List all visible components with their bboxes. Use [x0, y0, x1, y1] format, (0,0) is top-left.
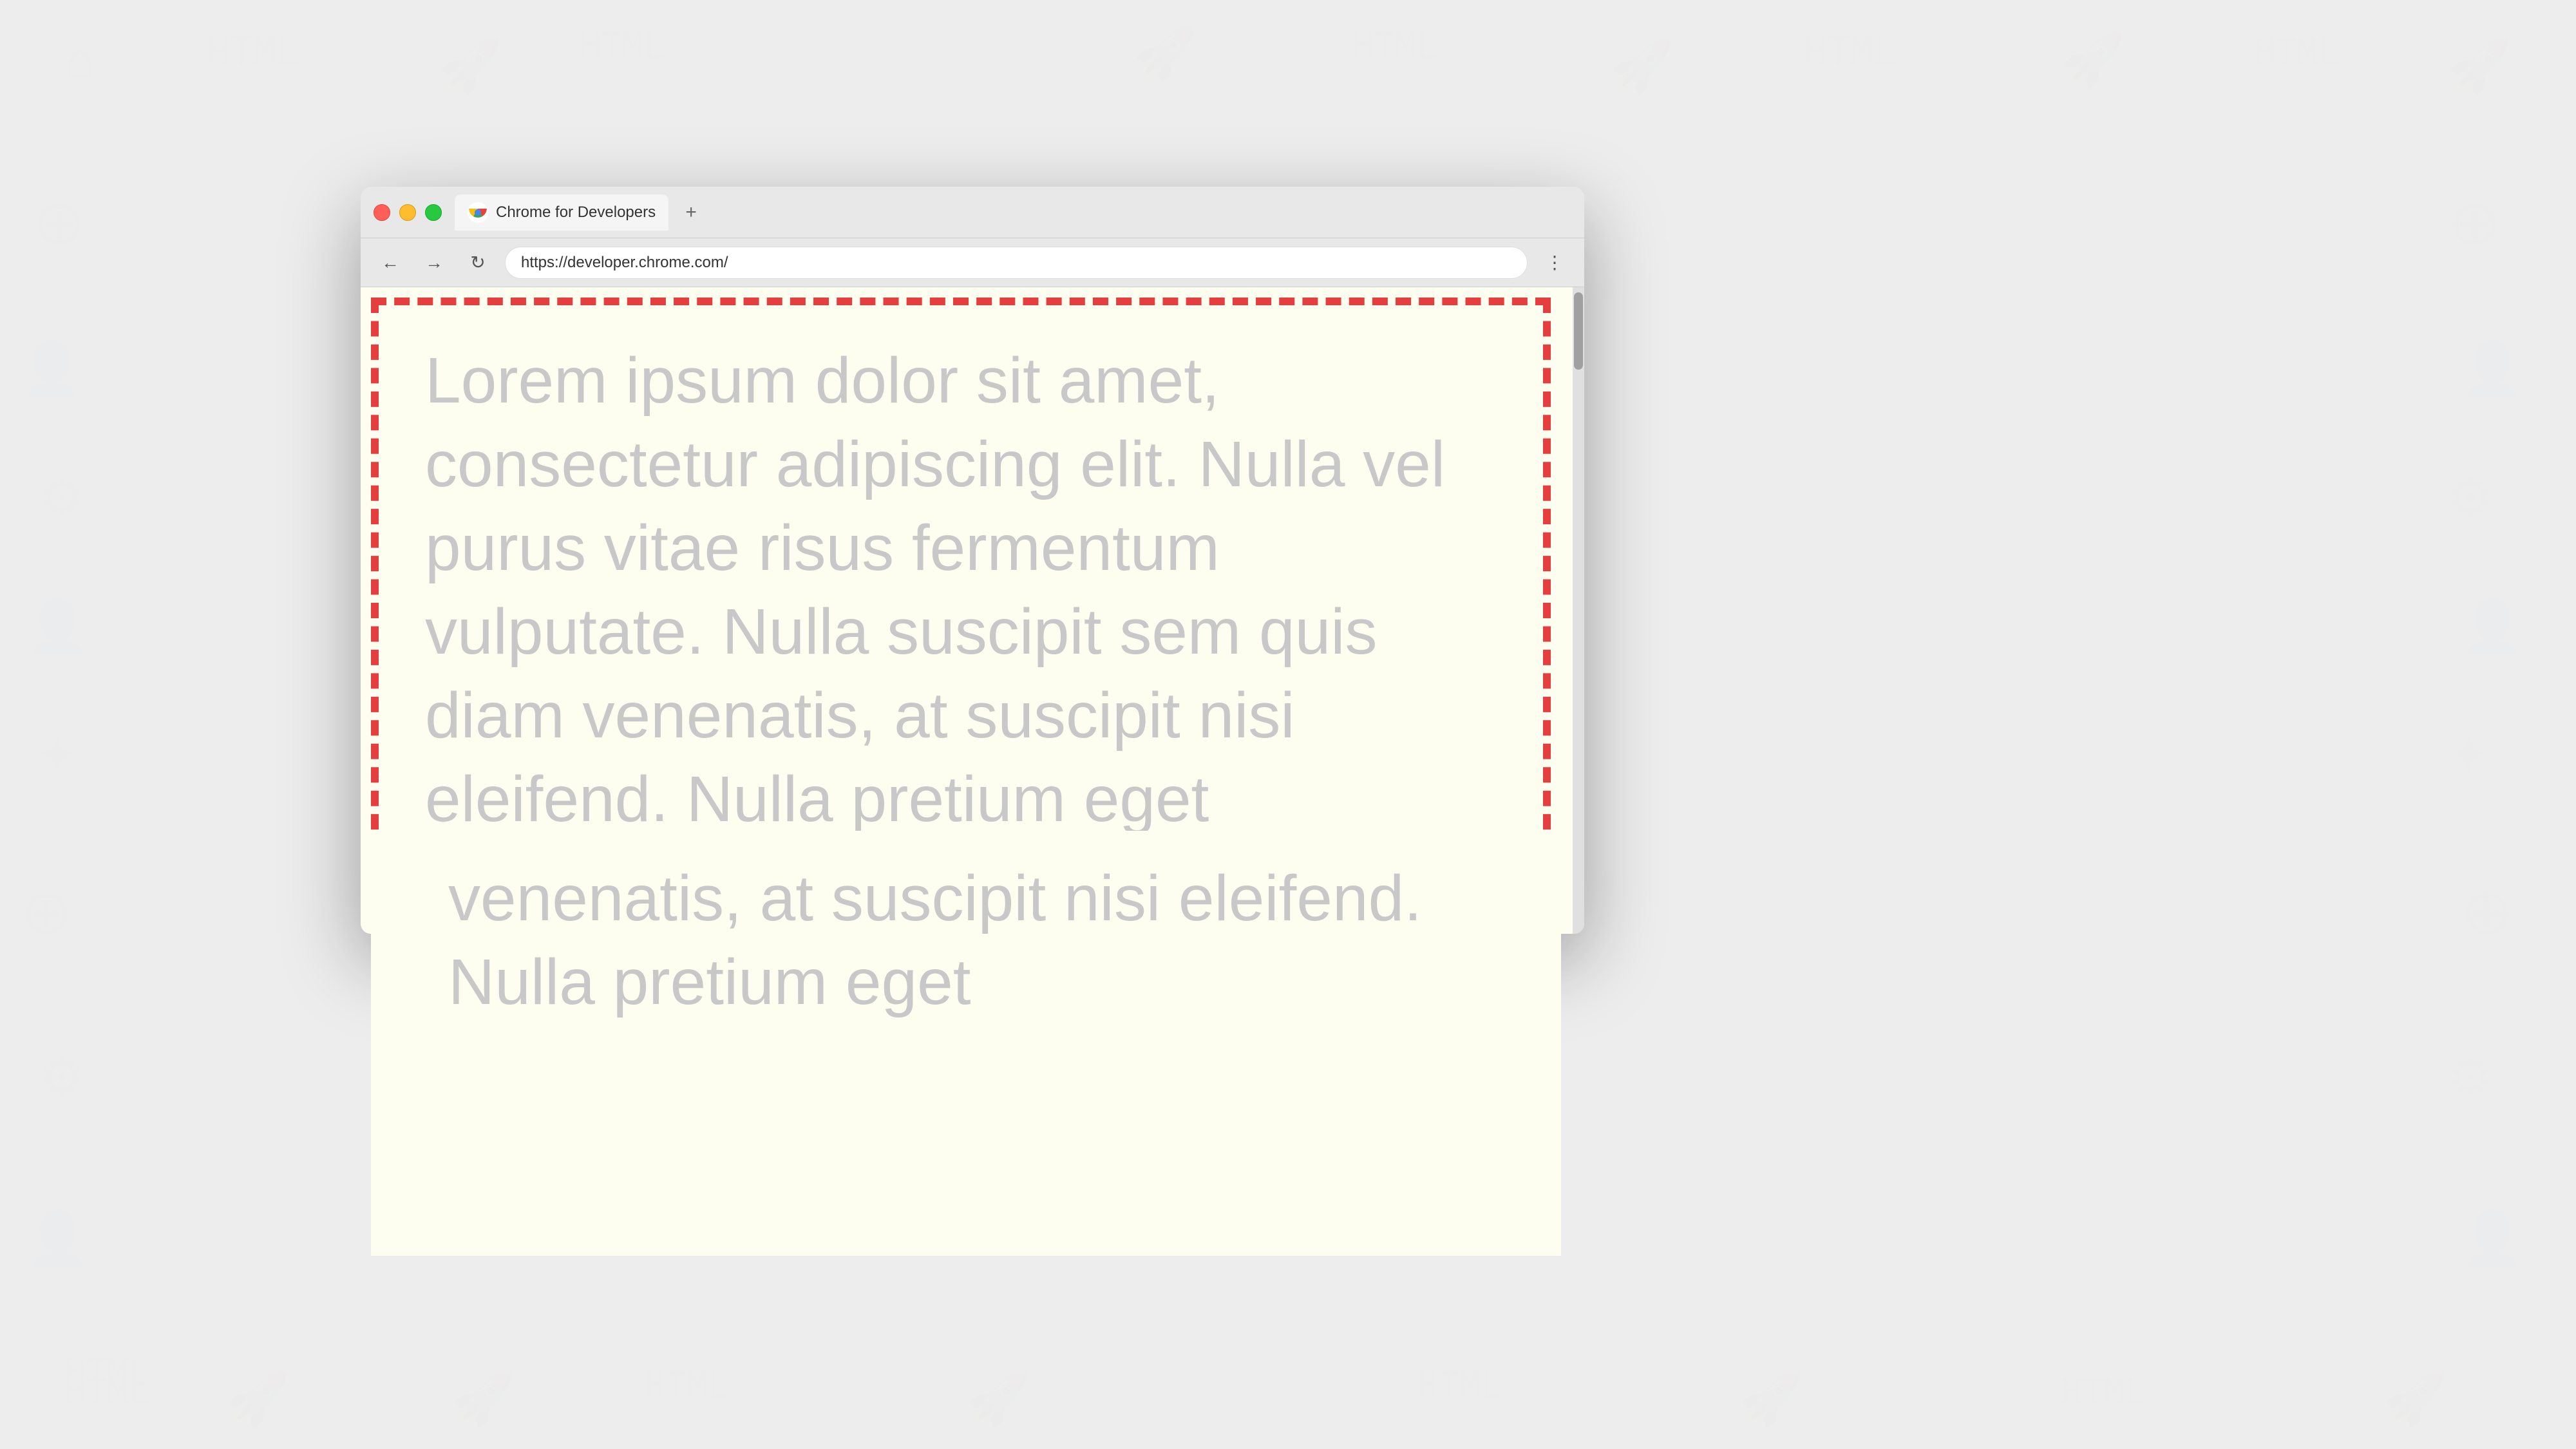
new-tab-button[interactable]: + — [675, 196, 707, 229]
tab-title: Chrome for Developers — [496, 204, 656, 222]
browser-window: Chrome for Developers + ← → ↻ https://de… — [361, 187, 1584, 934]
forward-button[interactable]: → — [417, 246, 451, 279]
svg-text:HTML: HTML — [206, 29, 299, 74]
svg-text:HTML: HTML — [644, 1365, 729, 1406]
svg-text:🚀: 🚀 — [225, 1370, 290, 1428]
svg-text:⊕: ⊕ — [32, 187, 86, 259]
svg-text:⊕: ⊕ — [2447, 187, 2501, 259]
below-fold-text: venenatis, at suscipit nisi eleifend. Nu… — [448, 862, 1422, 1018]
active-tab[interactable]: Chrome for Developers — [455, 194, 668, 231]
svg-text:👤: 👤 — [19, 339, 84, 398]
nav-bar: ← → ↻ https://developer.chrome.com/ ⋮ — [361, 238, 1584, 287]
svg-text:HTML: HTML — [580, 25, 665, 66]
minimize-button[interactable] — [399, 204, 416, 221]
svg-text:👤: 👤 — [2460, 597, 2524, 656]
svg-text:HTML: HTML — [1417, 1365, 1502, 1406]
svg-text:HTML: HTML — [1352, 25, 1437, 66]
traffic-lights — [374, 204, 442, 221]
svg-text:👤: 👤 — [26, 1209, 90, 1267]
tab-area: Chrome for Developers + — [455, 187, 1571, 238]
svg-text:🚀: 🚀 — [1739, 1370, 1803, 1428]
svg-text:👤: 👤 — [2460, 339, 2524, 398]
address-bar[interactable]: https://developer.chrome.com/ — [505, 247, 1528, 279]
svg-text:🚀: 🚀 — [1610, 37, 1674, 95]
url-text: https://developer.chrome.com/ — [521, 254, 728, 272]
scrollbar[interactable] — [1573, 287, 1584, 934]
svg-text:🚀: 🚀 — [2061, 30, 2125, 89]
maximize-button[interactable] — [425, 204, 442, 221]
browser-menu-button[interactable]: ⋮ — [1538, 246, 1571, 279]
scrollbar-thumb[interactable] — [1574, 292, 1583, 370]
below-fold-content: venenatis, at suscipit nisi eleifend. Nu… — [371, 831, 1561, 1256]
svg-text:⚙: ⚙ — [2447, 469, 2494, 526]
svg-text:🚀: 🚀 — [2383, 1370, 2447, 1428]
svg-text:⚙: ⚙ — [39, 469, 85, 526]
svg-text:⌂: ⌂ — [64, 30, 95, 90]
svg-text:⚙: ⚙ — [39, 1048, 85, 1106]
chrome-favicon — [468, 202, 488, 223]
refresh-button[interactable]: ↻ — [461, 246, 495, 279]
svg-text:🚀: 🚀 — [451, 1370, 515, 1428]
svg-text:HTML: HTML — [2061, 1371, 2146, 1412]
svg-text:🚀: 🚀 — [1133, 24, 1198, 82]
svg-text:HTML: HTML — [2254, 32, 2339, 73]
svg-text:✦: ✦ — [2447, 726, 2490, 784]
back-button[interactable]: ← — [374, 246, 407, 279]
svg-text:🚀: 🚀 — [2447, 37, 2512, 95]
close-button[interactable] — [374, 204, 390, 221]
svg-text:⚙: ⚙ — [2447, 1048, 2494, 1106]
svg-text:HTML: HTML — [1803, 29, 1897, 74]
svg-text:✦: ✦ — [35, 726, 79, 784]
svg-text:⊕: ⊕ — [19, 876, 73, 948]
svg-text:🚀: 🚀 — [966, 1370, 1030, 1428]
lorem-text: Lorem ipsum dolor sit amet, consectetur … — [386, 313, 1547, 867]
svg-text:⊕: ⊕ — [2460, 876, 2514, 948]
svg-text:👤: 👤 — [26, 597, 90, 656]
svg-text:🚀: 🚀 — [438, 37, 502, 95]
title-bar: Chrome for Developers + — [361, 187, 1584, 238]
svg-text:👤: 👤 — [2460, 1209, 2524, 1267]
svg-text:HTML: HTML — [64, 1371, 149, 1412]
